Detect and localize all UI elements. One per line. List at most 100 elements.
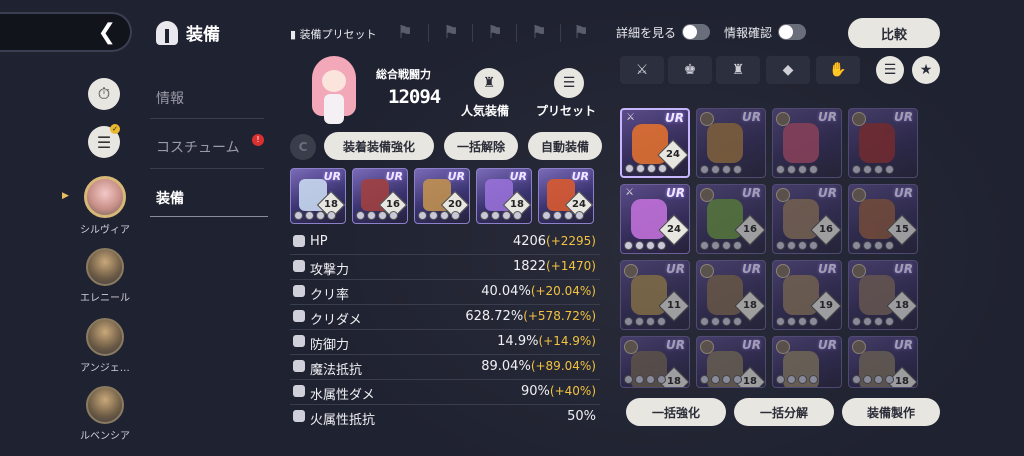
stopwatch-icon[interactable]: ⏱: [88, 78, 120, 110]
inventory-slot-11[interactable]: UR 18: [848, 260, 918, 330]
menu-divider: [150, 118, 264, 119]
inventory-slot-2[interactable]: UR: [772, 108, 842, 178]
crit-damage-icon: [293, 310, 305, 322]
owner-avatar: [852, 340, 866, 354]
inventory-slot-4[interactable]: ⚔ UR 24: [620, 184, 690, 254]
grade-label: UR: [818, 338, 837, 352]
character-item-3[interactable]: ルベンシア: [70, 386, 140, 442]
layers-icon[interactable]: ☰: [554, 68, 584, 98]
helmet-icon[interactable]: ♜: [474, 68, 504, 98]
stat-value-group: 50%: [567, 409, 596, 424]
preset-button-label[interactable]: プリセット: [536, 102, 596, 119]
inventory-slot-9[interactable]: UR 18: [696, 260, 766, 330]
bulk-enhance-button[interactable]: 一括強化: [626, 398, 726, 426]
portrait-body: [324, 94, 344, 124]
avatar: [86, 318, 124, 356]
shield-icon: [293, 335, 305, 347]
amulet-icon[interactable]: ◆: [766, 56, 810, 84]
inventory-slot-10[interactable]: UR 19: [772, 260, 842, 330]
equipped-slot-1[interactable]: UR 16: [352, 168, 408, 224]
stat-icons: [852, 165, 894, 174]
back-bar[interactable]: ❮: [0, 12, 132, 52]
chevron-left-icon[interactable]: ❮: [98, 20, 116, 45]
stat-name: クリダメ: [310, 313, 362, 328]
inventory-slot-8[interactable]: UR 11: [620, 260, 690, 330]
stat-row: 攻撃力 1822(+1470): [290, 255, 600, 280]
level-text: 16: [743, 224, 757, 235]
unequip-all-button[interactable]: 一括解除: [444, 132, 518, 160]
stat-name: 防御力: [310, 338, 350, 353]
preset-flag-icon[interactable]: ⚑: [482, 22, 508, 46]
equipped-slot-0[interactable]: UR 18: [290, 168, 346, 224]
preset-flag-icon[interactable]: ⚑: [392, 22, 418, 46]
character-item-2[interactable]: アンジェ…: [70, 318, 140, 374]
inventory-slot-6[interactable]: UR 16: [772, 184, 842, 254]
equipped-sword-icon: ⚔: [626, 112, 635, 123]
level-text: 24: [667, 224, 681, 235]
preset-flag-icon[interactable]: ⚑: [526, 22, 552, 46]
menu-item-costume[interactable]: コスチューム: [150, 137, 264, 157]
equipped-slot-3[interactable]: UR 18: [476, 168, 532, 224]
weapon-icon[interactable]: ⚔: [620, 56, 664, 84]
inventory-slot-12[interactable]: UR 18: [620, 336, 690, 388]
enhance-equipped-button[interactable]: 装着装備強化: [324, 132, 434, 160]
inventory-slot-14[interactable]: UR: [772, 336, 842, 388]
character-item-1[interactable]: エレニール: [70, 248, 140, 304]
stat-bonus: (+2295): [546, 234, 596, 248]
equipped-slot-2[interactable]: UR 20: [414, 168, 470, 224]
auto-equip-button[interactable]: 自動装備: [528, 132, 602, 160]
owner-avatar: [700, 264, 714, 278]
grade-label: UR: [894, 262, 913, 276]
stat-value: 90%: [521, 384, 550, 399]
glove-icon[interactable]: ✋: [816, 56, 860, 84]
grade-label: UR: [666, 186, 685, 200]
inventory-slot-7[interactable]: UR 15: [848, 184, 918, 254]
inventory-slot-3[interactable]: UR: [848, 108, 918, 178]
equipped-sword-icon: ⚔: [625, 187, 634, 198]
equipped-slot-4[interactable]: UR 24: [538, 168, 594, 224]
armor-icon[interactable]: ♚: [668, 56, 712, 84]
item-art: [707, 123, 743, 163]
grade-label: UR: [385, 170, 403, 183]
preset-flag-icon[interactable]: ⚑: [438, 22, 464, 46]
menu-title-text: 装備: [186, 25, 220, 45]
stat-icons: [700, 317, 742, 326]
character-name: ルベンシア: [80, 431, 130, 442]
badge-check-icon: ✓: [110, 124, 120, 134]
grade-label: UR: [818, 110, 837, 124]
character-name: シルヴィア: [80, 225, 130, 236]
level-text: 18: [743, 300, 757, 311]
preset-flag-icon[interactable]: ⚑: [568, 22, 594, 46]
stat-value: 89.04%: [481, 359, 531, 374]
bookmark-icon: ▮: [290, 28, 297, 41]
grade-label: UR: [571, 170, 589, 183]
inventory-slot-13[interactable]: UR 18: [696, 336, 766, 388]
compare-button[interactable]: 比較: [848, 18, 940, 48]
inventory-slot-15[interactable]: UR 18: [848, 336, 918, 388]
inventory-slot-1[interactable]: UR: [696, 108, 766, 178]
details-toggle[interactable]: [682, 24, 710, 40]
menu-item-info[interactable]: 情報: [150, 88, 264, 108]
character-item-0[interactable]: ▶ シルヴィア: [62, 176, 140, 236]
inventory-slot-5[interactable]: UR 16: [696, 184, 766, 254]
bulk-dismantle-button[interactable]: 一括分解: [734, 398, 834, 426]
inventory-slot-0[interactable]: ⚔ UR 24: [620, 108, 690, 178]
stat-icons: [418, 211, 460, 220]
owner-avatar: [852, 188, 866, 202]
medal-icon[interactable]: ★: [912, 56, 940, 84]
level-text: 18: [667, 376, 681, 387]
level-text: 16: [819, 224, 833, 235]
stat-name: HP: [310, 234, 328, 249]
stat-icons: [294, 211, 336, 220]
stat-icons: [776, 241, 818, 250]
menu-item-equipment[interactable]: 装備: [150, 188, 264, 208]
sort-filter-icon[interactable]: ☰: [876, 56, 904, 84]
info-toggle[interactable]: [778, 24, 806, 40]
stat-bonus: (+20.04%): [530, 284, 596, 298]
popular-equipment-label[interactable]: 人気装備: [461, 102, 509, 119]
craft-equipment-button[interactable]: 装備製作: [842, 398, 940, 426]
grade-label: UR: [894, 338, 913, 352]
power-label: 総合戦闘力: [376, 68, 431, 81]
c-button[interactable]: C: [290, 134, 316, 160]
helmet-icon[interactable]: ♜: [716, 56, 760, 84]
